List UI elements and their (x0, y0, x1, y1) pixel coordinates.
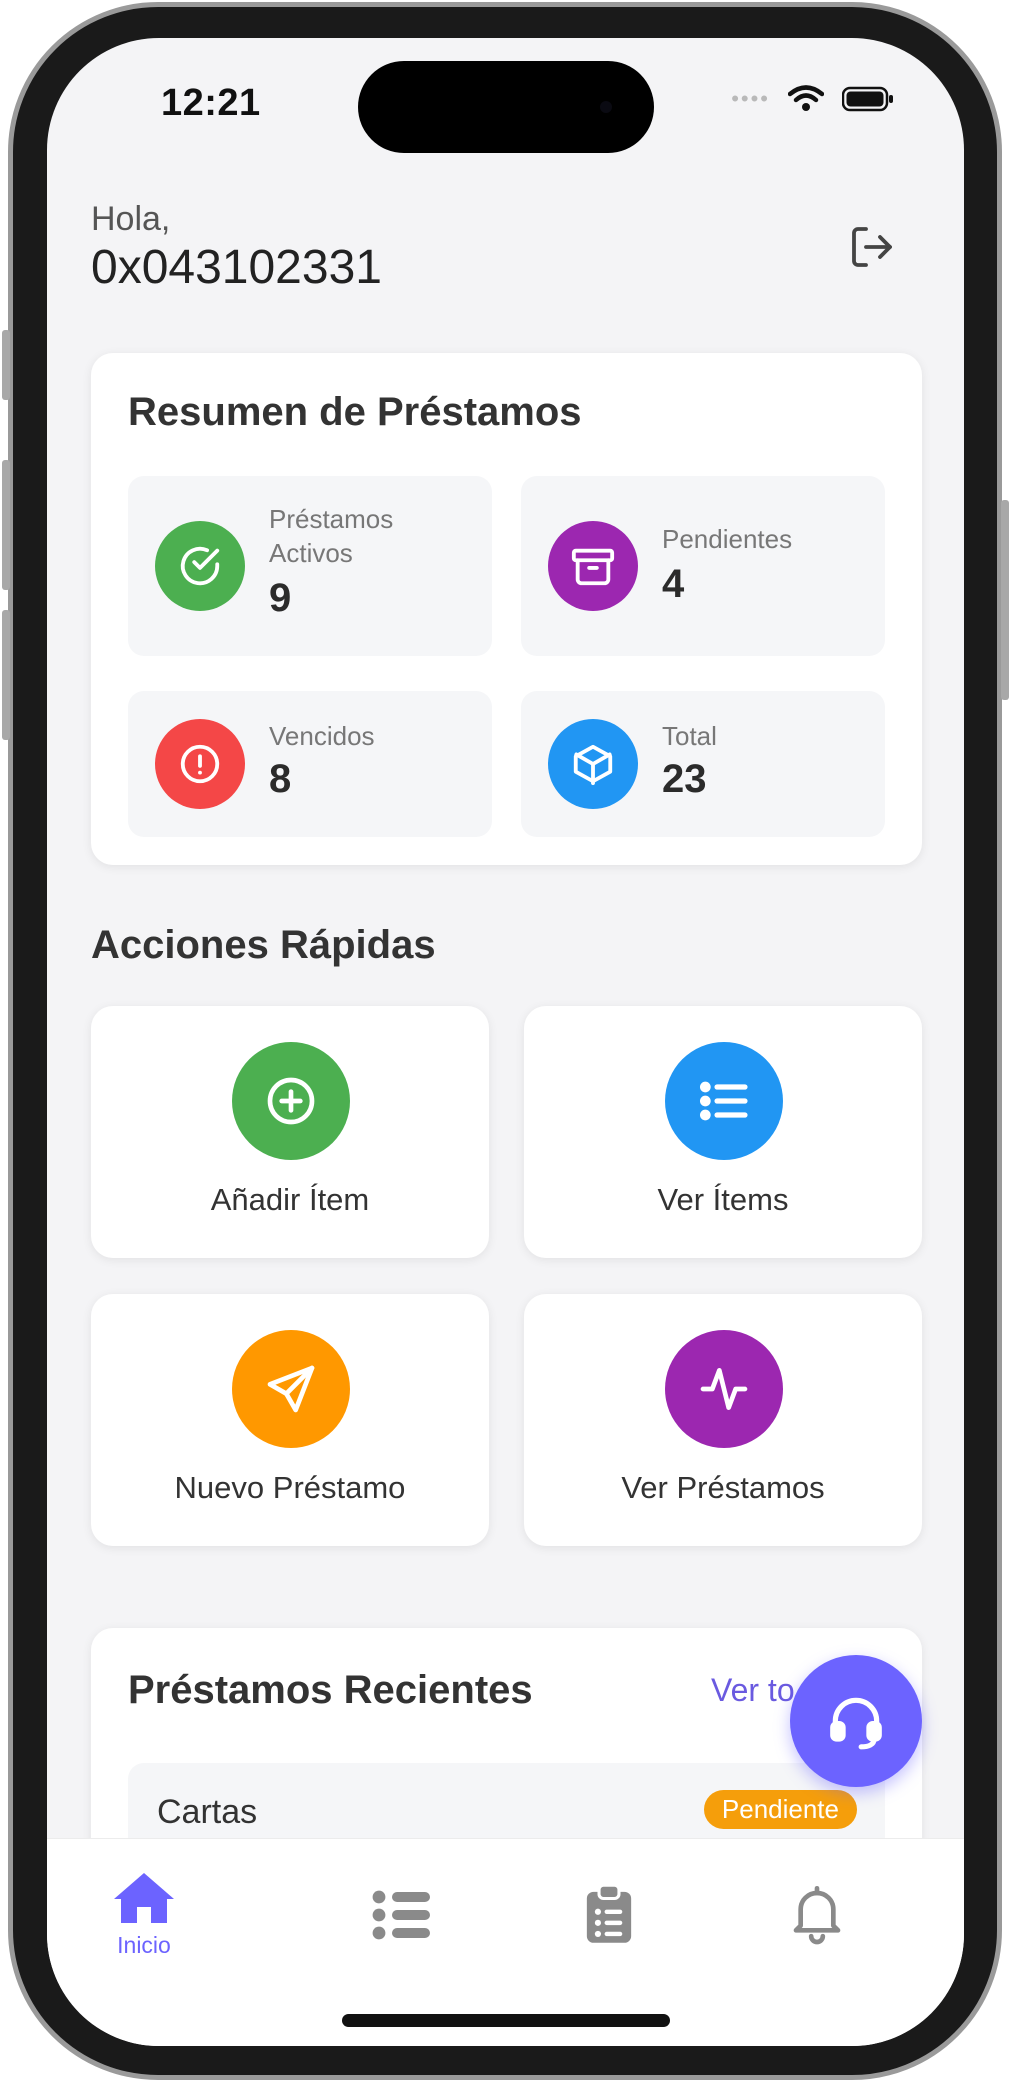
summary-title: Resumen de Préstamos (128, 390, 582, 434)
loan-summary-card: Resumen de Préstamos Préstamos Activos 9… (91, 353, 922, 865)
alert-circle-icon (155, 719, 245, 809)
stat-value: 9 (269, 576, 292, 620)
action-label: Añadir Ítem (210, 1182, 370, 1217)
signal-icon: •••• (731, 86, 770, 111)
mute-switch (2, 330, 10, 400)
action-label: Ver Préstamos (621, 1470, 825, 1505)
send-icon (232, 1330, 350, 1448)
stat-label: Vencidos (269, 721, 375, 751)
quick-actions-title: Acciones Rápidas (91, 923, 436, 967)
recent-loans-title: Préstamos Recientes (128, 1668, 533, 1712)
tab-home[interactable]: Inicio (84, 1869, 204, 1959)
see-all-link[interactable]: Ver to (711, 1672, 795, 1709)
new-loan-button[interactable]: Nuevo Préstamo (91, 1294, 489, 1546)
clipboard-icon (586, 1883, 632, 1943)
stat-value: 8 (269, 757, 292, 801)
stat-value: 4 (662, 562, 685, 606)
volume-down-button (2, 610, 10, 740)
stat-pending[interactable]: Pendientes 4 (521, 476, 885, 656)
box-icon (548, 719, 638, 809)
action-label: Ver Ítems (657, 1182, 789, 1217)
stat-label: Total (662, 721, 717, 751)
view-loans-button[interactable]: Ver Préstamos (524, 1294, 922, 1546)
status-time: 12:21 (161, 82, 261, 124)
dynamic-island (358, 61, 654, 153)
tab-notifications[interactable] (757, 1883, 877, 1950)
headset-icon (830, 1697, 882, 1750)
stat-label: Pendientes (662, 524, 793, 554)
loan-item-name: Cartas (157, 1793, 258, 1831)
view-items-button[interactable]: Ver Ítems (524, 1006, 922, 1258)
stat-value: 23 (662, 757, 707, 801)
add-item-button[interactable]: Añadir Ítem (91, 1006, 489, 1258)
battery-icon (842, 86, 893, 112)
tab-list[interactable] (342, 1889, 462, 1946)
stat-overdue[interactable]: Vencidos 8 (128, 691, 492, 837)
app-screen: 12:21 •••• Hola, 0x043102331 Resumen de … (47, 38, 964, 2046)
status-icons: •••• (731, 85, 894, 113)
action-label: Nuevo Préstamo (174, 1470, 406, 1505)
plus-circle-icon (232, 1042, 350, 1160)
stat-label: Préstamos Activos (269, 504, 394, 568)
tab-label: Inicio (117, 1932, 171, 1958)
logout-button[interactable] (848, 223, 896, 276)
volume-up-button (2, 460, 10, 590)
archive-icon (548, 521, 638, 611)
stat-total[interactable]: Total 23 (521, 691, 885, 837)
home-indicator (342, 2014, 670, 2027)
bell-icon (793, 1886, 841, 1945)
home-icon (114, 1873, 174, 1923)
wifi-icon (788, 85, 824, 111)
list-icon (372, 1890, 430, 1940)
logout-icon (852, 227, 892, 267)
list-icon (665, 1042, 783, 1160)
power-button (1001, 500, 1009, 700)
check-circle-icon (155, 521, 245, 611)
activity-icon (665, 1330, 783, 1448)
user-id: 0x043102331 (91, 241, 382, 294)
support-fab[interactable] (790, 1655, 922, 1787)
tab-loans[interactable] (549, 1883, 669, 1950)
greeting: Hola, (91, 200, 171, 238)
status-badge: Pendiente (703, 1790, 857, 1829)
stat-active-loans[interactable]: Préstamos Activos 9 (128, 476, 492, 656)
